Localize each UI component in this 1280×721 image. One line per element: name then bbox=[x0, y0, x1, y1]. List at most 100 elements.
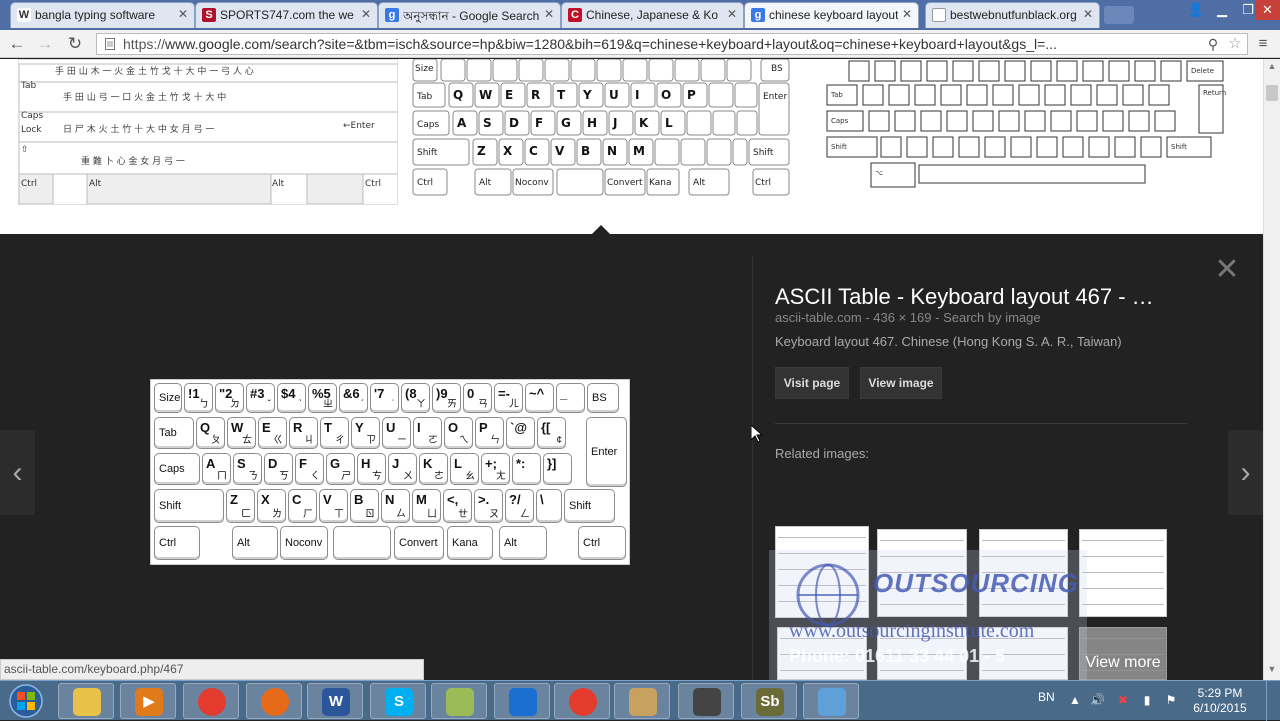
svg-text:C: C bbox=[529, 144, 538, 158]
keyboard-key: *: bbox=[512, 453, 541, 485]
key-label: P bbox=[479, 420, 488, 435]
svg-text:Q: Q bbox=[453, 88, 463, 102]
next-image-button[interactable]: › bbox=[1228, 430, 1263, 515]
keyboard-key: ~^ bbox=[525, 383, 554, 413]
wikipedia-icon: W bbox=[17, 8, 31, 22]
tab-bangla-typing[interactable]: W bangla typing software ✕ bbox=[10, 2, 195, 28]
flag-icon[interactable]: ⚑ bbox=[1164, 693, 1178, 707]
key-label: O bbox=[448, 420, 459, 435]
thumbnail-gridline bbox=[880, 540, 964, 541]
page-scrollbar[interactable]: ▲ ▼ bbox=[1263, 59, 1280, 680]
new-tab-button[interactable] bbox=[1104, 6, 1134, 24]
menu-icon[interactable]: ≡ bbox=[1252, 33, 1274, 55]
key-label: Size bbox=[159, 392, 181, 404]
taskbar-teamviewer[interactable] bbox=[494, 683, 550, 719]
watermark-url: www.outsourcinginstitute.com bbox=[789, 620, 1035, 642]
taskbar-screen-app[interactable] bbox=[803, 683, 859, 719]
taskbar-paint[interactable] bbox=[614, 683, 670, 719]
image-result-1[interactable]: Tab Caps Lock ⇧ Ctrl Alt Alt Ctrl ←Enter 手 田 山… bbox=[18, 59, 398, 205]
address-bar[interactable]: https://www.google.com/search?site=&tbm=… bbox=[96, 33, 1248, 55]
network-error-icon[interactable]: ✖ bbox=[1116, 693, 1130, 707]
tab-close-icon[interactable]: ✕ bbox=[361, 7, 371, 21]
svg-text:X: X bbox=[503, 144, 513, 158]
svg-text:Alt: Alt bbox=[693, 178, 706, 188]
svg-text:D: D bbox=[509, 116, 519, 130]
taskbar-camera[interactable] bbox=[678, 683, 734, 719]
svg-text:Lock: Lock bbox=[21, 125, 42, 135]
previous-image-button[interactable]: ‹ bbox=[0, 430, 35, 515]
related-image-4[interactable] bbox=[1079, 529, 1167, 617]
star-icon[interactable]: ☆ bbox=[1224, 33, 1246, 55]
forward-icon[interactable]: → bbox=[34, 33, 56, 55]
key-convert: Convert bbox=[394, 526, 444, 560]
svg-text:Alt: Alt bbox=[89, 179, 102, 189]
start-button[interactable] bbox=[6, 683, 46, 719]
tab-close-icon[interactable]: ✕ bbox=[178, 7, 188, 21]
firefox-icon bbox=[261, 688, 289, 716]
key-label: Caps bbox=[159, 463, 185, 475]
minimize-icon[interactable]: ▁ bbox=[1209, 0, 1235, 20]
tab-google-search-bn[interactable]: g অনুসন্ধান - Google Search ✕ bbox=[378, 2, 561, 28]
taskbar-chrome[interactable] bbox=[183, 683, 239, 719]
taskbar-file-explorer[interactable] bbox=[58, 683, 114, 719]
chevron-up-icon[interactable]: ▲ bbox=[1068, 693, 1082, 707]
meta-separator: - bbox=[935, 310, 944, 325]
user-icon[interactable]: 👤 bbox=[1183, 0, 1209, 20]
keyboard-key: Cㄏ bbox=[288, 489, 317, 523]
keyboard-key: Iㄛ bbox=[413, 417, 442, 449]
tab-cjk[interactable]: C Chinese, Japanese & Ko ✕ bbox=[561, 2, 744, 28]
show-desktop-button[interactable] bbox=[1266, 681, 1280, 721]
taskbar-skype[interactable]: S bbox=[370, 683, 426, 719]
search-icon[interactable]: ⚲ bbox=[1202, 33, 1224, 55]
tab-close-icon[interactable]: ✕ bbox=[902, 7, 912, 21]
key-label: Noconv bbox=[285, 537, 323, 549]
image-result-2[interactable]: Size BS Tab Enter Caps Shift Shift Ctrl Alt No… bbox=[411, 59, 792, 199]
tab-chinese-keyboard-layout[interactable]: g chinese keyboard layout ✕ bbox=[744, 2, 919, 28]
tab-close-icon[interactable]: ✕ bbox=[1083, 7, 1093, 21]
visit-page-button[interactable]: Visit page bbox=[775, 367, 849, 399]
keyboard-thumbnail: Size BS Tab Enter CapsShift Shift Ctrl Alt No… bbox=[411, 59, 792, 199]
tab-sports747[interactable]: S SPORTS747.com the we ✕ bbox=[195, 2, 378, 28]
search-results-page: Tab Caps Lock ⇧ Ctrl Alt Alt Ctrl ←Enter 手 田 山… bbox=[0, 59, 1263, 680]
keyboard-key: Fㄑ bbox=[295, 453, 324, 485]
taskbar-firefox[interactable] bbox=[246, 683, 302, 719]
battery-icon[interactable]: ▮ bbox=[1140, 693, 1154, 707]
language-indicator[interactable]: BN bbox=[1038, 690, 1055, 704]
keyboard-key: Hㄘ bbox=[357, 453, 386, 485]
volume-icon[interactable]: 🔊 bbox=[1090, 693, 1105, 707]
taskbar-media-player[interactable]: ▶ bbox=[120, 683, 176, 719]
keyboard-key: (8 ㄚ bbox=[401, 383, 430, 413]
taskbar-archive[interactable] bbox=[431, 683, 487, 719]
taskbar-word[interactable]: W bbox=[307, 683, 363, 719]
back-icon[interactable]: ← bbox=[6, 33, 28, 55]
close-preview-icon[interactable]: ✕ bbox=[1214, 255, 1240, 285]
close-window-icon[interactable]: ✕ bbox=[1255, 0, 1280, 20]
sb-app-icon: Sb bbox=[756, 688, 784, 716]
svg-text:Delete: Delete bbox=[1191, 67, 1214, 75]
preview-description: Keyboard layout 467. Chinese (Hong Kong … bbox=[775, 334, 1122, 349]
scroll-up-icon[interactable]: ▲ bbox=[1266, 61, 1278, 73]
reload-icon[interactable]: ↻ bbox=[64, 33, 86, 55]
image-result-3[interactable]: Tab Caps Shift Shift Return Delete ⌥ bbox=[819, 59, 1231, 199]
windows-taskbar: ▶ W S Sb BN ▲ 🔊 ✖ ▮ ⚑ 5:29 PM 6/10/2015 bbox=[0, 680, 1280, 721]
tab-close-icon[interactable]: ✕ bbox=[727, 7, 737, 21]
tab-bestwebnutfunblack[interactable]: bestwebnutfunblack.org ✕ bbox=[925, 2, 1100, 28]
system-clock[interactable]: 5:29 PM 6/10/2015 bbox=[1190, 686, 1250, 716]
tab-close-icon[interactable]: ✕ bbox=[544, 7, 554, 21]
scroll-down-icon[interactable]: ▼ bbox=[1266, 664, 1278, 676]
view-image-button[interactable]: View image bbox=[860, 367, 942, 399]
search-by-image-link[interactable]: Search by image bbox=[943, 310, 1041, 325]
preview-site[interactable]: ascii-table.com bbox=[775, 310, 862, 325]
taskbar-sb-app[interactable]: Sb bbox=[741, 683, 797, 719]
preview-image[interactable]: Size !1 ㄅ "2 ㄉ #3 ˇ $4 ˋ %5 ㄓ &6 ˊ '7 ˙ (8 ㄚ)9 ㄞ 0 ㄢ =- ㄦ ~^ _ B… bbox=[150, 379, 630, 565]
key-label: Shift bbox=[569, 500, 592, 512]
sports-icon: S bbox=[202, 8, 216, 22]
key-bopomofo: ㄦ bbox=[509, 399, 519, 410]
tab-label: bangla typing software bbox=[35, 8, 156, 22]
preview-title[interactable]: ASCII Table - Keyboard layout 467 - … bbox=[775, 284, 1215, 310]
view-more-button[interactable]: View more bbox=[1079, 627, 1167, 680]
taskbar-chrome-2[interactable] bbox=[554, 683, 610, 719]
scroll-thumb[interactable] bbox=[1266, 85, 1278, 101]
key-bopomofo: ㄟ bbox=[459, 435, 469, 446]
keyboard-key: _ bbox=[556, 383, 585, 413]
